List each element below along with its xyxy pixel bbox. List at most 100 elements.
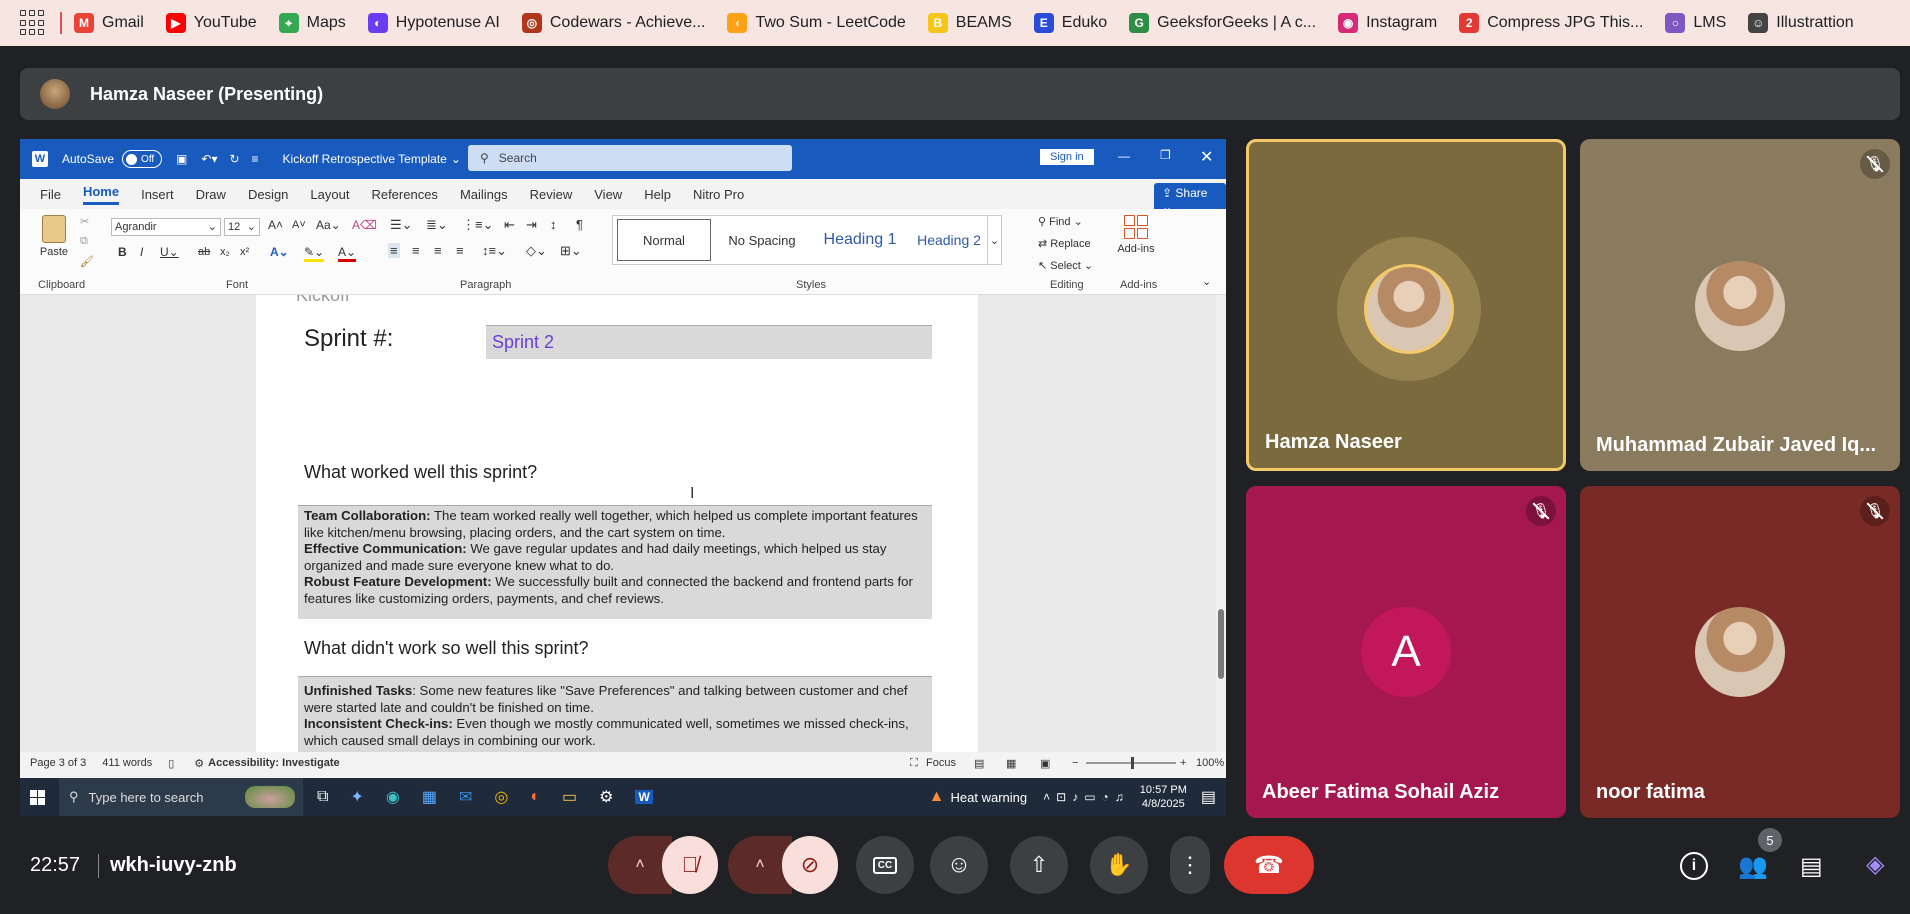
- notifications-icon[interactable]: ▤: [1201, 787, 1216, 807]
- tab-view[interactable]: View: [594, 187, 622, 202]
- cut-icon[interactable]: ✂: [80, 215, 89, 228]
- collapse-ribbon-icon[interactable]: ⌄: [1202, 275, 1211, 288]
- weather-status[interactable]: Heat warning: [951, 790, 1028, 805]
- raise-hand-button[interactable]: ✋: [1090, 836, 1148, 894]
- maximize-icon[interactable]: ❐: [1160, 148, 1171, 162]
- chat-icon[interactable]: ▤: [1800, 852, 1823, 881]
- change-case-icon[interactable]: Aa⌄: [316, 218, 341, 232]
- web-layout-icon[interactable]: ▣: [1040, 757, 1050, 770]
- show-marks-icon[interactable]: ¶: [576, 217, 583, 232]
- clear-format-icon[interactable]: A⌫: [352, 218, 377, 232]
- word-search-box[interactable]: ⚲ Search: [468, 145, 792, 171]
- justify-icon[interactable]: ≡: [456, 243, 464, 258]
- focus-button[interactable]: Focus: [926, 757, 956, 769]
- style-no-spacing[interactable]: No Spacing: [715, 219, 809, 261]
- participant-tile[interactable]: noor fatima 🎙: [1580, 486, 1900, 818]
- tab-design[interactable]: Design: [248, 187, 288, 202]
- shrink-font-icon[interactable]: A˅: [292, 219, 306, 231]
- zoom-slider-thumb[interactable]: [1131, 757, 1134, 769]
- word-taskbar-icon[interactable]: W: [635, 790, 653, 804]
- bookmark-item[interactable]: ◉ Instagram: [1338, 13, 1437, 33]
- tab-insert[interactable]: Insert: [141, 187, 174, 202]
- bookmark-item[interactable]: G GeeksforGeeks | A c...: [1129, 13, 1316, 33]
- numbering-icon[interactable]: ≣⌄: [426, 217, 448, 233]
- tab-file[interactable]: File: [40, 187, 61, 202]
- strikethrough-icon[interactable]: ab: [198, 246, 210, 258]
- style-heading-2[interactable]: Heading 2: [909, 219, 989, 261]
- firefox-icon[interactable]: ◐: [530, 788, 540, 806]
- text-effects-icon[interactable]: A⌄: [270, 245, 289, 259]
- bookmark-item[interactable]: ☺ Illustrattion: [1748, 13, 1854, 33]
- copy-icon[interactable]: ⧉: [80, 235, 88, 248]
- zoom-out-icon[interactable]: −: [1072, 757, 1078, 769]
- bullets-icon[interactable]: ☰⌄: [390, 217, 413, 233]
- align-right-icon[interactable]: ≡: [434, 243, 442, 258]
- bookmark-item[interactable]: ▶ YouTube: [165, 13, 257, 33]
- store-icon[interactable]: ▦: [422, 787, 437, 807]
- word-count[interactable]: 411 words: [102, 757, 152, 769]
- find-button[interactable]: ⚲ Find ⌄: [1038, 215, 1083, 228]
- sort-icon[interactable]: ↕: [550, 217, 557, 232]
- styles-more-icon[interactable]: ⌄: [987, 216, 1001, 264]
- increase-indent-icon[interactable]: ⇥: [526, 217, 537, 233]
- scrollbar-thumb[interactable]: [1218, 609, 1224, 679]
- line-spacing-icon[interactable]: ↕≡⌄: [482, 243, 507, 259]
- italic-icon[interactable]: I: [140, 245, 143, 259]
- format-painter-icon[interactable]: 🖌: [80, 255, 94, 268]
- customize-qat-icon[interactable]: ≡: [252, 152, 259, 166]
- edge-icon[interactable]: ◉: [386, 787, 400, 807]
- tab-draw[interactable]: Draw: [196, 187, 226, 202]
- sprint-value-field[interactable]: Sprint 2: [486, 325, 932, 359]
- style-normal[interactable]: Normal: [617, 219, 711, 261]
- font-size-select[interactable]: 12 ⌄: [224, 218, 260, 236]
- page-count[interactable]: Page 3 of 3: [30, 757, 86, 769]
- tab-help[interactable]: Help: [644, 187, 671, 202]
- apps-grid-icon[interactable]: [20, 10, 46, 36]
- document-page[interactable]: Kickoff Sprint #: Sprint 2 What worked w…: [256, 295, 978, 752]
- tab-nitro-pro[interactable]: Nitro Pro: [693, 187, 744, 202]
- task-view-icon[interactable]: ⧉: [317, 788, 328, 806]
- meeting-info-icon[interactable]: i: [1680, 852, 1708, 880]
- camera-toggle-button[interactable]: ⊘: [782, 836, 838, 894]
- leave-call-button[interactable]: ☎: [1224, 836, 1314, 894]
- settings-icon[interactable]: ⚙: [599, 787, 613, 807]
- chrome-icon[interactable]: ◎: [494, 787, 508, 807]
- subscript-icon[interactable]: x₂: [220, 246, 230, 258]
- align-center-icon[interactable]: ≡: [412, 243, 420, 258]
- bookmark-item[interactable]: 2 Compress JPG This...: [1459, 13, 1643, 33]
- grow-font-icon[interactable]: A˄: [268, 218, 283, 232]
- copilot-icon[interactable]: ✦: [350, 787, 363, 807]
- zoom-level[interactable]: 100%: [1196, 757, 1224, 769]
- proofing-icon[interactable]: ▯: [168, 757, 174, 770]
- bookmark-item[interactable]: B BEAMS: [927, 13, 1012, 33]
- vertical-scrollbar[interactable]: [1216, 295, 1226, 752]
- taskbar-clock[interactable]: 10:57 PM 4/8/2025: [1140, 783, 1187, 811]
- superscript-icon[interactable]: x²: [240, 246, 249, 258]
- tab-layout[interactable]: Layout: [310, 187, 349, 202]
- participant-tile[interactable]: A Abeer Fatima Sohail Aziz 🎙: [1246, 486, 1566, 818]
- align-left-icon[interactable]: ≡: [388, 243, 400, 258]
- doc-title-chevron-icon[interactable]: ⌄: [451, 152, 461, 166]
- font-name-select[interactable]: Agrandir ⌄: [111, 218, 221, 236]
- minimize-icon[interactable]: —: [1118, 149, 1130, 163]
- tab-review[interactable]: Review: [530, 187, 573, 202]
- replace-button[interactable]: ⇄ Replace: [1038, 237, 1091, 250]
- doc-title[interactable]: Kickoff Retrospective Template: [283, 152, 447, 166]
- tab-references[interactable]: References: [371, 187, 437, 202]
- borders-icon[interactable]: ⊞⌄: [560, 243, 582, 259]
- undo-icon[interactable]: ↶▾: [201, 152, 217, 166]
- zoom-in-icon[interactable]: +: [1180, 757, 1186, 769]
- print-layout-icon[interactable]: ▦: [1006, 757, 1016, 770]
- zoom-slider[interactable]: [1086, 757, 1176, 769]
- close-icon[interactable]: ✕: [1200, 147, 1213, 167]
- bookmark-item[interactable]: E Eduko: [1033, 13, 1107, 33]
- bookmark-item[interactable]: ‹ Two Sum - LeetCode: [727, 13, 906, 33]
- bookmark-item[interactable]: ○ LMS: [1665, 13, 1726, 33]
- more-options-button[interactable]: ⋮: [1170, 836, 1210, 894]
- participant-tile[interactable]: Hamza Naseer: [1246, 139, 1566, 471]
- mic-toggle-button[interactable]: 🎙̸: [662, 836, 718, 894]
- bookmark-item[interactable]: ◎ Codewars - Achieve...: [521, 13, 705, 33]
- addins-button[interactable]: Add-ins: [1114, 215, 1158, 255]
- people-icon[interactable]: 👥: [1738, 852, 1768, 881]
- read-mode-icon[interactable]: ▤: [974, 757, 984, 770]
